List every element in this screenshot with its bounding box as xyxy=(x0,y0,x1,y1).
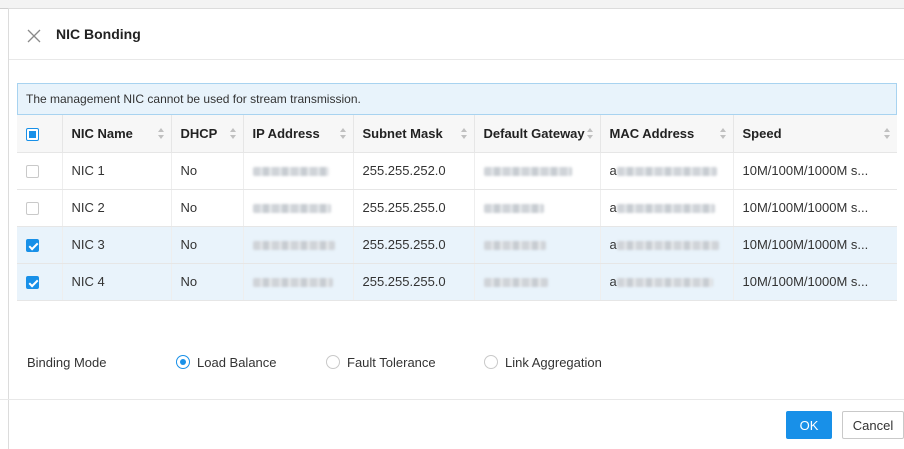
row-checkbox[interactable] xyxy=(26,276,39,290)
mac-address-cell: a xyxy=(600,226,734,264)
table-row[interactable]: NIC 1 No 255.255.252.0 a 10M/100M/1000M … xyxy=(17,152,897,190)
redacted-mac xyxy=(616,277,713,287)
dhcp-cell: No xyxy=(171,226,244,264)
ok-button[interactable]: OK xyxy=(786,411,832,439)
redacted-mac xyxy=(616,240,719,250)
redacted-gateway xyxy=(483,241,546,251)
sort-icon[interactable] xyxy=(229,128,236,139)
radio-label: Fault Tolerance xyxy=(347,355,436,370)
row-checkbox[interactable] xyxy=(26,165,39,179)
cancel-button[interactable]: Cancel xyxy=(842,411,904,439)
ip-address-cell xyxy=(243,189,354,227)
row-select-cell xyxy=(17,189,63,227)
dhcp-cell: No xyxy=(171,152,244,190)
nic-name-cell: NIC 3 xyxy=(62,226,172,264)
subnet-mask-cell: 255.255.255.0 xyxy=(353,226,475,264)
redacted-mac xyxy=(616,166,717,176)
redacted-gateway xyxy=(483,204,544,214)
info-notice: The management NIC cannot be used for st… xyxy=(17,83,897,115)
dialog-title: NIC Bonding xyxy=(56,26,141,42)
table-row[interactable]: NIC 3 No 255.255.255.0 a 10M/100M/1000M … xyxy=(17,226,897,264)
select-all-cell xyxy=(17,115,63,153)
table-row[interactable]: NIC 2 No 255.255.255.0 a 10M/100M/1000M … xyxy=(17,189,897,227)
column-header-default-gateway[interactable]: Default Gateway xyxy=(474,115,601,153)
ip-address-cell xyxy=(243,263,354,301)
column-header-speed[interactable]: Speed xyxy=(733,115,897,153)
nic-name-cell: NIC 2 xyxy=(62,189,172,227)
column-header-ip-address[interactable]: IP Address xyxy=(243,115,354,153)
dhcp-cell: No xyxy=(171,189,244,227)
speed-cell: 10M/100M/1000M s... xyxy=(733,226,897,264)
nic-bonding-dialog: NIC Bonding The management NIC cannot be… xyxy=(8,8,904,449)
mac-address-cell: a xyxy=(600,189,734,227)
gateway-cell xyxy=(474,189,601,227)
row-select-cell xyxy=(17,263,63,301)
subnet-mask-cell: 255.255.255.0 xyxy=(353,263,475,301)
select-all-checkbox[interactable] xyxy=(26,127,39,141)
gateway-cell xyxy=(474,152,601,190)
sort-icon[interactable] xyxy=(884,128,890,139)
nic-table: NIC Name DHCP IP Address Subnet Mask Def… xyxy=(17,115,897,301)
column-header-mac-address[interactable]: MAC Address xyxy=(600,115,734,153)
close-icon[interactable] xyxy=(27,29,41,43)
subnet-mask-cell: 255.255.255.0 xyxy=(353,189,475,227)
redacted-ip xyxy=(252,278,333,288)
gateway-cell xyxy=(474,263,601,301)
sort-icon[interactable] xyxy=(460,128,467,139)
redacted-gateway xyxy=(483,167,572,177)
row-select-cell xyxy=(17,226,63,264)
redacted-ip xyxy=(252,204,331,214)
radio-label: Link Aggregation xyxy=(505,355,602,370)
footer-divider xyxy=(0,399,904,400)
dhcp-cell: No xyxy=(171,263,244,301)
table-header-row: NIC Name DHCP IP Address Subnet Mask Def… xyxy=(17,115,897,153)
table-row[interactable]: NIC 4 No 255.255.255.0 a 10M/100M/1000M … xyxy=(17,263,897,301)
speed-cell: 10M/100M/1000M s... xyxy=(733,189,897,227)
speed-cell: 10M/100M/1000M s... xyxy=(733,152,897,190)
binding-mode-label: Binding Mode xyxy=(27,355,107,370)
redacted-ip xyxy=(252,167,329,177)
nic-name-cell: NIC 4 xyxy=(62,263,172,301)
redacted-ip xyxy=(252,241,335,251)
row-select-cell xyxy=(17,152,63,190)
ip-address-cell xyxy=(243,226,354,264)
redacted-gateway xyxy=(483,278,548,288)
sort-icon[interactable] xyxy=(157,128,164,139)
mac-address-cell: a xyxy=(600,263,734,301)
nic-name-cell: NIC 1 xyxy=(62,152,172,190)
sort-icon[interactable] xyxy=(719,128,726,139)
radio-checked-icon xyxy=(176,355,190,369)
radio-unchecked-icon xyxy=(484,355,498,369)
radio-unchecked-icon xyxy=(326,355,340,369)
mac-address-cell: a xyxy=(600,152,734,190)
column-header-nic-name[interactable]: NIC Name xyxy=(62,115,172,153)
sort-icon[interactable] xyxy=(339,128,346,139)
row-checkbox[interactable] xyxy=(26,202,39,216)
gateway-cell xyxy=(474,226,601,264)
binding-mode-row: Binding Mode Load Balance Fault Toleranc… xyxy=(27,352,727,372)
speed-cell: 10M/100M/1000M s... xyxy=(733,263,897,301)
column-header-subnet-mask[interactable]: Subnet Mask xyxy=(353,115,475,153)
redacted-mac xyxy=(616,203,715,213)
row-checkbox[interactable] xyxy=(26,239,39,253)
subnet-mask-cell: 255.255.252.0 xyxy=(353,152,475,190)
column-header-dhcp[interactable]: DHCP xyxy=(171,115,244,153)
dialog-header: NIC Bonding xyxy=(9,9,904,60)
radio-label: Load Balance xyxy=(197,355,277,370)
ip-address-cell xyxy=(243,152,354,190)
sort-icon[interactable] xyxy=(586,128,593,139)
